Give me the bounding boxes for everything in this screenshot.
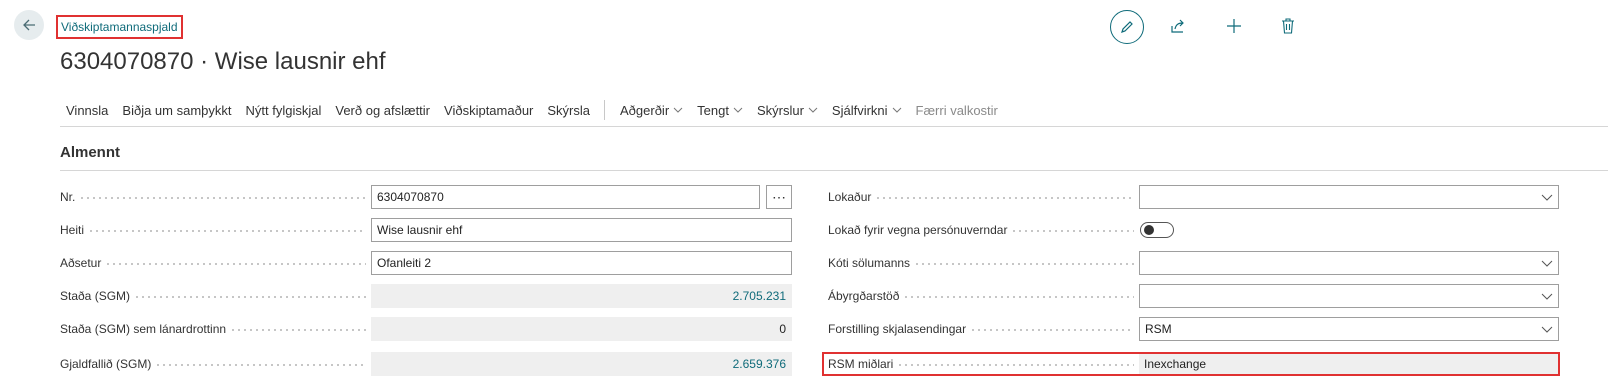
- fewer-options-button[interactable]: Færri valkostir: [909, 103, 1005, 118]
- action-report[interactable]: Skýrsla: [540, 103, 597, 118]
- field-label-nr: Nr.: [60, 185, 366, 209]
- field-label-salesperson: Kóti sölumanns: [828, 251, 1134, 275]
- field-label-heiti: Heiti: [60, 218, 366, 242]
- action-customer[interactable]: Viðskiptamaður: [437, 103, 540, 118]
- leader-dots: [970, 329, 1134, 331]
- edit-button[interactable]: [1110, 10, 1144, 44]
- action-vinnsla[interactable]: Vinnsla: [60, 103, 115, 118]
- leader-dots: [155, 364, 366, 366]
- menu-related-label: Tengt: [697, 102, 729, 118]
- action-separator: [604, 100, 606, 120]
- field-label-text: Staða (SGM): [60, 289, 131, 303]
- chevron-down-icon: [673, 107, 683, 113]
- share-icon: [1171, 19, 1184, 33]
- field-label-text: Gjaldfallið (SGM): [60, 357, 152, 371]
- plus-icon: [1227, 19, 1241, 33]
- field-label-text: Ábyrgðarstöð: [828, 289, 900, 303]
- chevron-down-icon: [1541, 326, 1553, 333]
- field-label-text: Staða (SGM) sem lánardrottinn: [60, 322, 227, 336]
- share-button[interactable]: [1168, 16, 1188, 36]
- menu-actions-label: Aðgerðir: [620, 102, 670, 118]
- leader-dots: [88, 230, 366, 232]
- chevron-down-icon: [892, 107, 901, 113]
- menu-actions[interactable]: Aðgerðir: [613, 103, 690, 118]
- document-sending-profile-value: RSM: [1145, 322, 1172, 336]
- balance-as-vendor-value: 0: [371, 317, 792, 341]
- page-title: 6304070870 · Wise lausnir ehf: [60, 48, 386, 75]
- rsm-broker-value: Inexchange: [1139, 354, 1558, 374]
- privacy-blocked-toggle[interactable]: [1140, 222, 1174, 238]
- field-label-text: Lokaður: [828, 190, 872, 204]
- field-label-adsetur: Aðsetur: [60, 251, 366, 275]
- leader-dots: [903, 296, 1134, 298]
- field-label-text: Lokað fyrir vegna persónuverndar: [828, 223, 1008, 237]
- delete-button[interactable]: [1278, 16, 1298, 36]
- menu-reports[interactable]: Skýrslur: [750, 103, 825, 118]
- field-label-text: Heiti: [60, 223, 85, 237]
- field-label-rsm-broker: RSM miðlari: [828, 352, 1134, 376]
- toggle-knob: [1144, 225, 1154, 235]
- section-divider: [60, 170, 1608, 171]
- pencil-icon: [1121, 21, 1133, 33]
- action-bar-divider: [60, 126, 1608, 127]
- balance-due-value[interactable]: 2.659.376: [371, 352, 792, 376]
- action-request-approval[interactable]: Biðja um samþykkt: [115, 103, 238, 118]
- menu-related[interactable]: Tengt: [690, 103, 750, 118]
- leader-dots: [134, 296, 366, 298]
- salesperson-select[interactable]: [1139, 251, 1559, 275]
- leader-dots: [230, 329, 366, 331]
- chevron-down-icon: [733, 107, 743, 113]
- menu-reports-label: Skýrslur: [756, 102, 804, 118]
- leader-dots: [875, 197, 1134, 199]
- field-label-text: RSM miðlari: [828, 357, 894, 371]
- chevron-down-icon: [1541, 260, 1553, 267]
- field-label-text: Nr.: [60, 190, 76, 204]
- field-label-text: Kóti sölumanns: [828, 256, 911, 270]
- field-label-balance: Staða (SGM): [60, 284, 366, 308]
- entity-type-label: Viðskiptamannaspjald: [56, 15, 183, 39]
- blocked-select[interactable]: [1139, 185, 1559, 209]
- leader-dots: [105, 263, 366, 265]
- leader-dots: [1011, 230, 1134, 232]
- address-input[interactable]: Ofanleiti 2: [371, 251, 792, 275]
- menu-automation-label: Sjálfvirkni: [831, 102, 888, 118]
- trash-icon: [1282, 18, 1294, 34]
- leader-dots: [914, 263, 1134, 265]
- nr-lookup-button[interactable]: ⋯: [766, 185, 792, 209]
- field-label-blocked: Lokaður: [828, 185, 1134, 209]
- leader-dots: [897, 364, 1134, 366]
- field-label-privacy-blocked: Lokað fyrir vegna persónuverndar: [828, 218, 1134, 242]
- name-input[interactable]: Wise lausnir ehf: [371, 218, 792, 242]
- field-label-balance-due: Gjaldfallið (SGM): [60, 352, 366, 376]
- section-title[interactable]: Almennt: [60, 144, 120, 161]
- chevron-down-icon: [1541, 293, 1553, 300]
- responsibility-center-select[interactable]: [1139, 284, 1559, 308]
- nr-input[interactable]: 6304070870: [371, 185, 760, 209]
- balance-value[interactable]: 2.705.231: [371, 284, 792, 308]
- action-new-document[interactable]: Nýtt fylgiskjal: [239, 103, 329, 118]
- field-label-balance-vendor: Staða (SGM) sem lánardrottinn: [60, 317, 366, 341]
- ellipsis-icon: ⋯: [772, 188, 786, 205]
- arrow-left-icon: [23, 19, 35, 31]
- chevron-down-icon: [808, 107, 818, 113]
- field-label-text: Aðsetur: [60, 256, 102, 270]
- action-bar: Vinnsla Biðja um samþykkt Nýtt fylgiskja…: [60, 98, 1005, 122]
- menu-automation[interactable]: Sjálfvirkni: [825, 103, 909, 118]
- new-button[interactable]: [1224, 16, 1244, 36]
- leader-dots: [79, 197, 366, 199]
- chevron-down-icon: [1541, 194, 1553, 201]
- field-label-text: Forstilling skjalasendingar: [828, 322, 967, 336]
- action-prices-discounts[interactable]: Verð og afslættir: [328, 103, 437, 118]
- back-button[interactable]: [14, 10, 44, 40]
- field-label-responsibility-center: Ábyrgðarstöð: [828, 284, 1134, 308]
- document-sending-profile-select[interactable]: RSM: [1139, 317, 1559, 341]
- field-label-document-sending-profile: Forstilling skjalasendingar: [828, 317, 1134, 341]
